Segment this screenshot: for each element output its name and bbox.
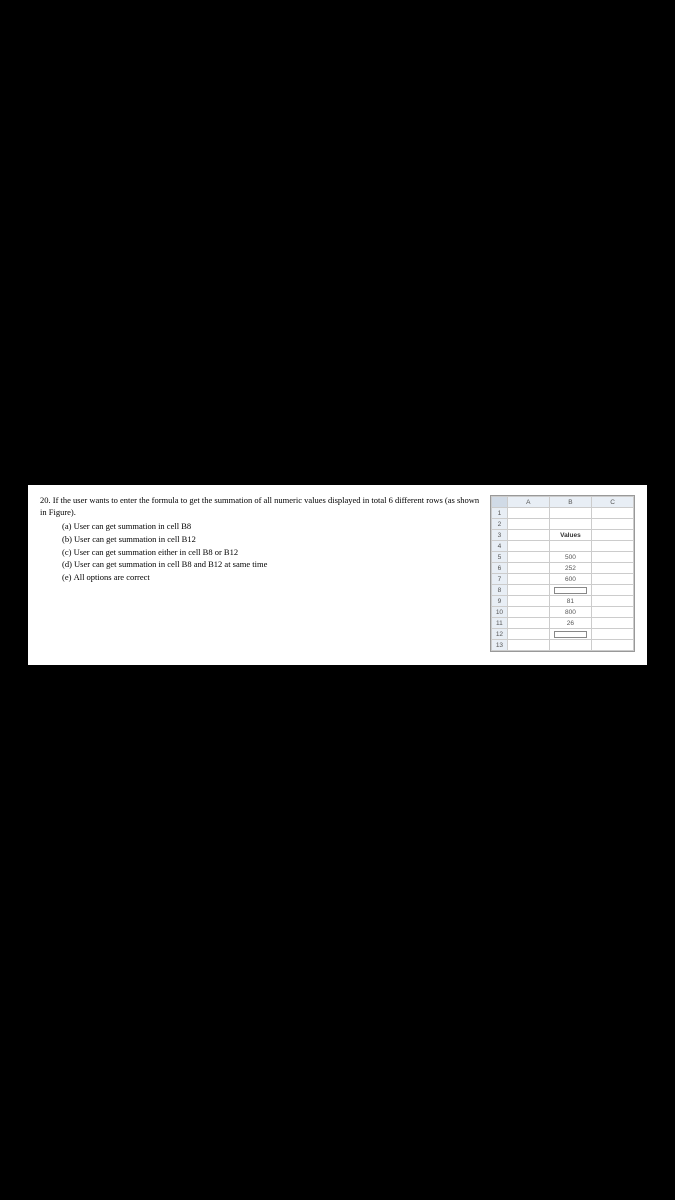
cell	[592, 607, 634, 618]
cell	[549, 519, 591, 530]
cell	[507, 629, 549, 640]
row-header: 5	[492, 552, 508, 563]
cell	[507, 596, 549, 607]
cell	[507, 541, 549, 552]
row-header: 1	[492, 508, 508, 519]
cell: 500	[549, 552, 591, 563]
question-number: 20.	[40, 495, 51, 505]
row-header: 3	[492, 530, 508, 541]
cell-b8-input	[549, 585, 591, 596]
cell	[549, 508, 591, 519]
table-row: 7 600	[492, 574, 634, 585]
cell	[592, 563, 634, 574]
cell	[592, 541, 634, 552]
cell	[592, 640, 634, 651]
col-header-c: C	[592, 497, 634, 508]
corner-cell	[492, 497, 508, 508]
cell	[507, 519, 549, 530]
cell: 600	[549, 574, 591, 585]
table-row: 4	[492, 541, 634, 552]
row-header: 13	[492, 640, 508, 651]
table-row: 12	[492, 629, 634, 640]
row-header: 6	[492, 563, 508, 574]
table-row: 13	[492, 640, 634, 651]
cell	[592, 552, 634, 563]
cell	[592, 519, 634, 530]
question-text: 20. If the user wants to enter the formu…	[40, 495, 480, 519]
table-row: 5 500	[492, 552, 634, 563]
table-row: 10 800	[492, 607, 634, 618]
question-body: If the user wants to enter the formula t…	[40, 495, 479, 517]
col-header-b: B	[549, 497, 591, 508]
spreadsheet-figure: A B C 1 2 3 Values	[490, 495, 635, 652]
cell-b12-input	[549, 629, 591, 640]
cell	[592, 596, 634, 607]
cell	[507, 618, 549, 629]
cell	[549, 640, 591, 651]
cell	[507, 552, 549, 563]
row-header: 8	[492, 585, 508, 596]
cell	[507, 508, 549, 519]
table-row: 11 26	[492, 618, 634, 629]
cell	[549, 541, 591, 552]
table-row: 6 252	[492, 563, 634, 574]
table-row: 3 Values	[492, 530, 634, 541]
cell	[592, 574, 634, 585]
cell	[592, 585, 634, 596]
cell	[592, 618, 634, 629]
table-row: 9 81	[492, 596, 634, 607]
cell: 252	[549, 563, 591, 574]
table-row: 1	[492, 508, 634, 519]
cell	[507, 530, 549, 541]
cell	[507, 563, 549, 574]
option-d: (d) User can get summation in cell B8 an…	[62, 559, 480, 571]
option-b: (b) User can get summation in cell B12	[62, 534, 480, 546]
cell	[592, 508, 634, 519]
row-header: 2	[492, 519, 508, 530]
row-header: 12	[492, 629, 508, 640]
cell	[507, 574, 549, 585]
row-header: 10	[492, 607, 508, 618]
question-block: 20. If the user wants to enter the formu…	[40, 495, 480, 655]
option-a: (a) User can get summation in cell B8	[62, 521, 480, 533]
cell	[592, 629, 634, 640]
cell: 26	[549, 618, 591, 629]
table-row: 2	[492, 519, 634, 530]
document-page: 20. If the user wants to enter the formu…	[28, 485, 647, 665]
options-list: (a) User can get summation in cell B8 (b…	[62, 521, 480, 584]
option-c: (c) User can get summation either in cel…	[62, 547, 480, 559]
cell: 81	[549, 596, 591, 607]
row-header: 4	[492, 541, 508, 552]
cell	[592, 530, 634, 541]
cell	[507, 585, 549, 596]
col-header-a: A	[507, 497, 549, 508]
cell: 800	[549, 607, 591, 618]
cell	[507, 607, 549, 618]
column-header-row: A B C	[492, 497, 634, 508]
row-header: 7	[492, 574, 508, 585]
table-row: 8	[492, 585, 634, 596]
row-header: 9	[492, 596, 508, 607]
cell	[507, 640, 549, 651]
option-e: (e) All options are correct	[62, 572, 480, 584]
values-heading-cell: Values	[549, 530, 591, 541]
row-header: 11	[492, 618, 508, 629]
spreadsheet-table: A B C 1 2 3 Values	[491, 496, 634, 651]
